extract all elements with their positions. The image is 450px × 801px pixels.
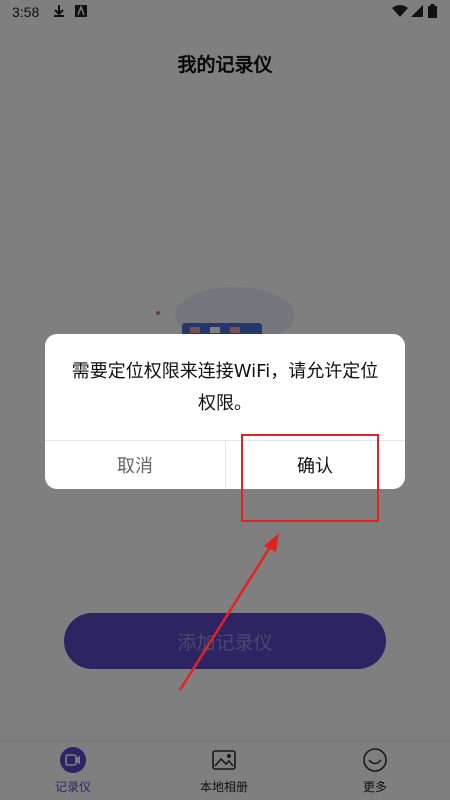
annotation-arrow [178,533,279,691]
